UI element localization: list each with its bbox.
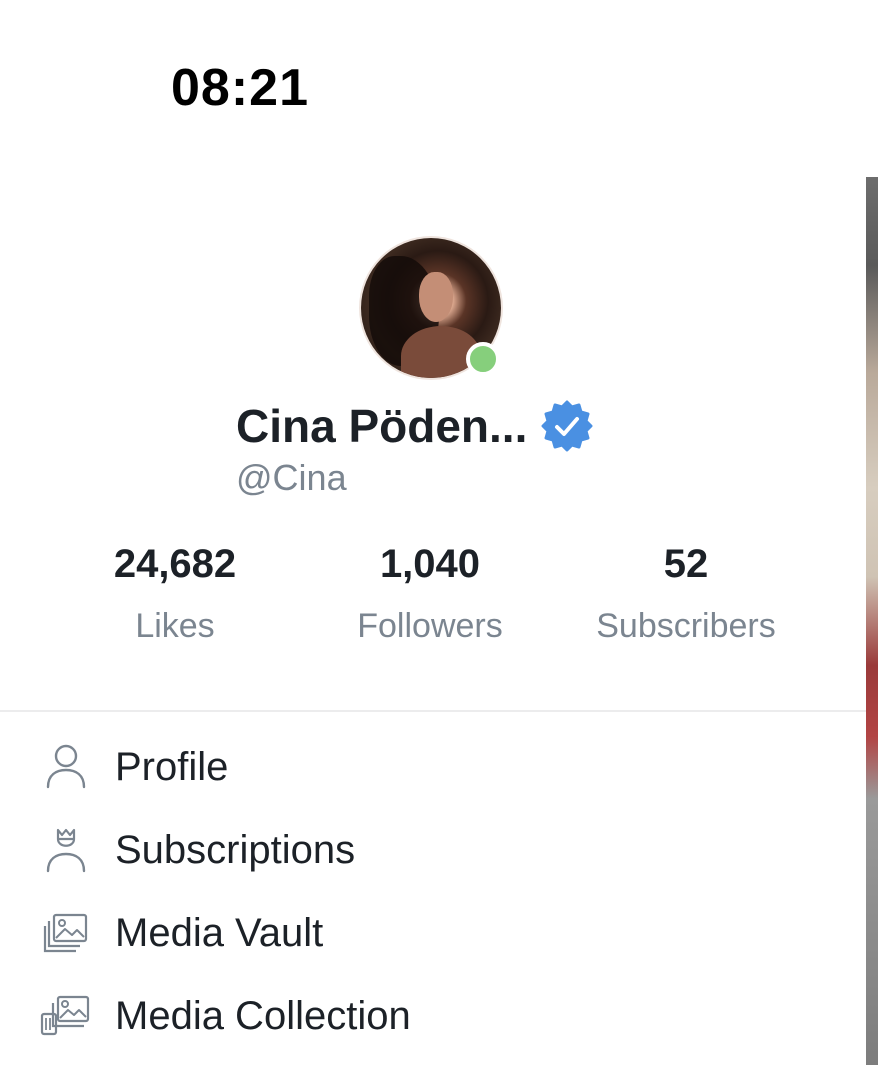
verified-badge-icon: [541, 400, 593, 452]
online-status-indicator: [466, 342, 500, 376]
username-handle: @Cina: [236, 457, 347, 498]
name-row: Cina Pöden...: [236, 396, 593, 456]
user-icon: [40, 741, 92, 793]
menu-item-label: Subscriptions: [115, 828, 356, 872]
image-collection-icon: [40, 990, 92, 1042]
followers-label: Followers: [357, 607, 503, 645]
menu-item-profile[interactable]: Profile: [0, 726, 866, 808]
followers-count: 1,040: [379, 542, 481, 586]
status-bar-time: 08:21: [171, 59, 309, 117]
menu-item-label: Media Vault: [115, 911, 324, 955]
menu-item-subscriptions[interactable]: Subscriptions: [0, 809, 866, 891]
likes-count: 24,682: [113, 542, 237, 586]
subscribers-label: Subscribers: [596, 607, 776, 645]
stat-followers: 1,040 Followers: [300, 540, 560, 646]
stat-subscribers: 52 Subscribers: [556, 540, 816, 646]
likes-label: Likes: [135, 607, 215, 645]
menu-item-media-vault[interactable]: Media Vault: [0, 892, 866, 974]
divider: [0, 710, 866, 712]
menu-item-media-collection[interactable]: Media Collection: [0, 975, 866, 1057]
menu-item-label: Media Collection: [115, 994, 411, 1038]
crowned-user-icon: [40, 824, 92, 876]
side-drawer: 08:21 Cina Pöden... @Cina 24,682 Likes 1…: [0, 0, 866, 1065]
avatar-face: [419, 272, 453, 322]
display-name[interactable]: Cina Pöden...: [236, 399, 527, 453]
menu-item-label: Profile: [115, 745, 229, 789]
background-content-peek[interactable]: [866, 177, 878, 1065]
app-screen: 08:21 Cina Pöden... @Cina 24,682 Likes 1…: [0, 0, 878, 1065]
stat-likes: 24,682 Likes: [45, 540, 305, 646]
subscribers-count: 52: [663, 542, 709, 586]
image-stack-icon: [40, 907, 92, 959]
